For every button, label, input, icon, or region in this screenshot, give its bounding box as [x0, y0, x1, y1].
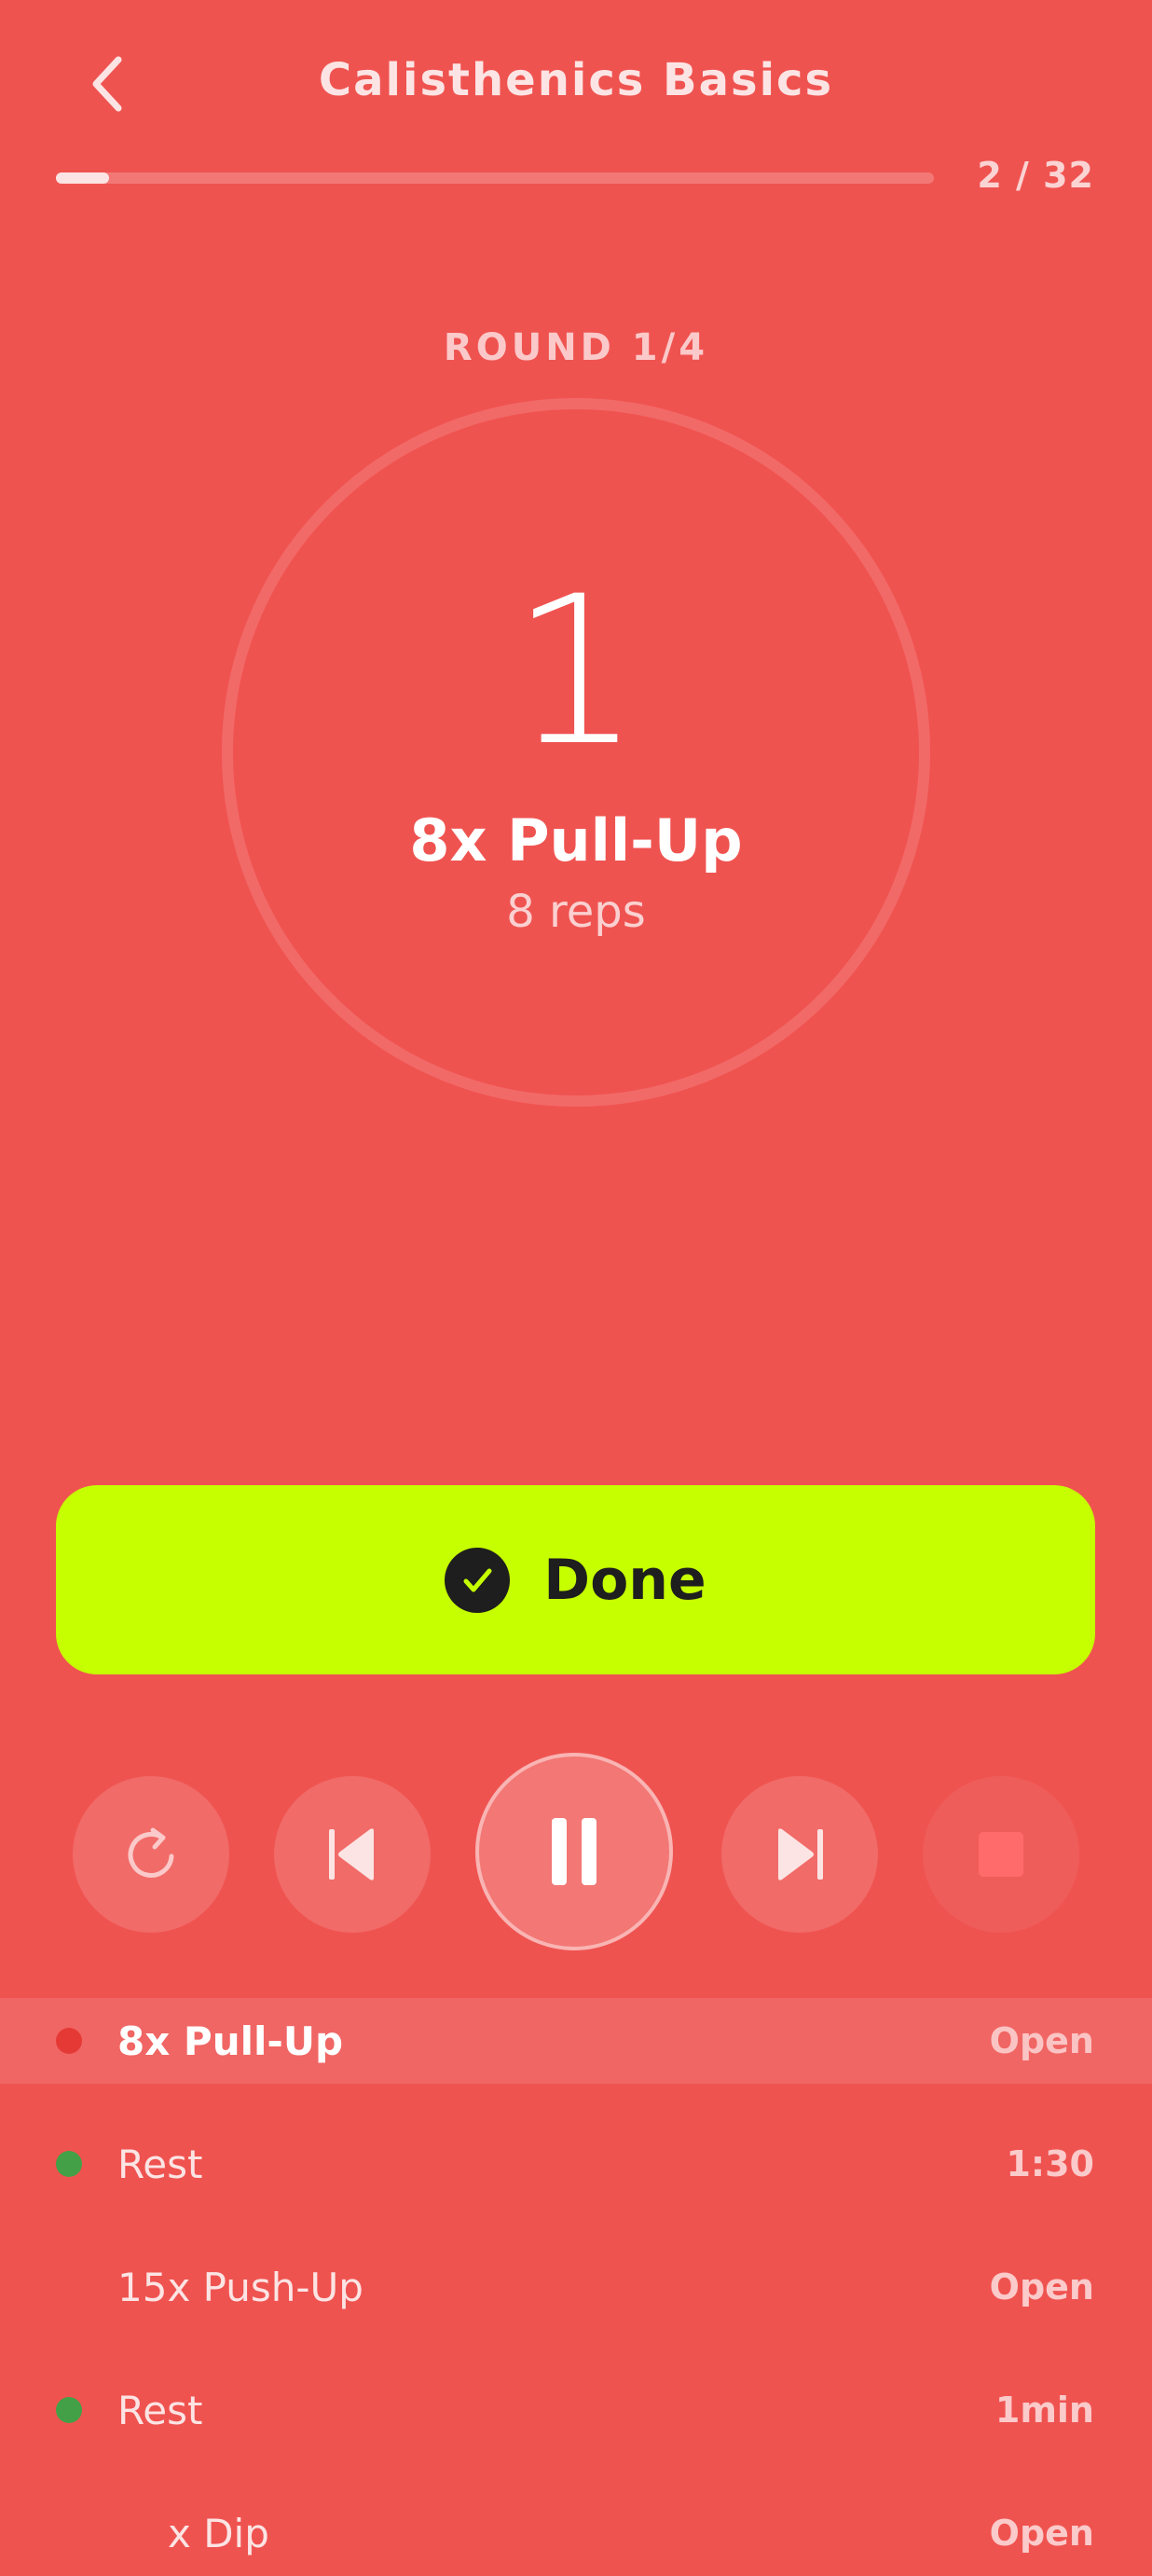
list-item[interactable]: 15x Push-Up Open	[0, 2244, 1152, 2330]
round-label: ROUND 1/4	[443, 326, 709, 369]
pause-icon	[552, 1818, 597, 1885]
list-item[interactable]: 8x Pull-Up Open	[0, 1998, 1152, 2084]
restart-button[interactable]	[73, 1776, 229, 1933]
next-button[interactable]	[721, 1776, 878, 1933]
list-item-name: 15x Push-Up	[117, 2264, 363, 2310]
done-label: Done	[543, 1547, 706, 1613]
list-item-value: Open	[989, 2513, 1094, 2554]
restart-icon	[128, 1827, 174, 1878]
list-item-name: Rest	[117, 2141, 203, 2187]
done-button[interactable]: Done	[56, 1485, 1095, 1674]
previous-button[interactable]	[274, 1776, 431, 1933]
list-item-value: 1min	[994, 2390, 1094, 2431]
workout-progress-bar	[56, 172, 934, 184]
progress-fill	[56, 172, 109, 184]
stop-button[interactable]	[923, 1776, 1079, 1933]
skip-previous-icon	[329, 1828, 374, 1880]
current-exercise-name: 8x Pull-Up	[409, 806, 743, 875]
list-item[interactable]: Rest 1min	[0, 2367, 1152, 2453]
list-item-name: Rest	[117, 2387, 203, 2433]
list-item-name: 8x Pull-Up	[117, 2018, 344, 2064]
list-item-value: 1:30	[1006, 2143, 1094, 2184]
stop-icon	[979, 1832, 1023, 1877]
check-circle-icon	[445, 1547, 511, 1613]
rep-counter: 1	[511, 552, 641, 791]
progress-count: 2 / 32	[977, 155, 1094, 196]
status-dot	[56, 2397, 82, 2423]
list-item-value: Open	[989, 2266, 1094, 2307]
page-title: Calisthenics Basics	[318, 54, 834, 106]
status-dot	[56, 2151, 82, 2177]
pause-button[interactable]	[475, 1753, 673, 1950]
status-dot	[56, 2028, 82, 2054]
list-item[interactable]: Rest 1:30	[0, 2121, 1152, 2207]
list-item-value: Open	[989, 2020, 1094, 2061]
skip-next-icon	[778, 1828, 823, 1880]
current-exercise-detail: 8 reps	[506, 886, 646, 938]
list-item[interactable]: x Dip Open	[0, 2490, 1152, 2576]
list-item-name: x Dip	[168, 2510, 269, 2556]
